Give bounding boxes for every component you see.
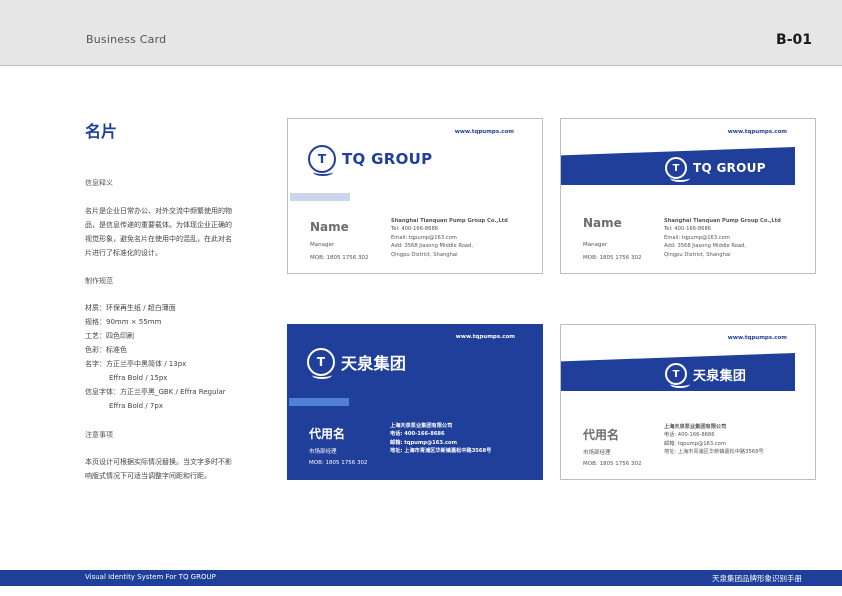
tq-logo-icon: T [307,348,335,379]
tq-group-logo: T TQ GROUP [665,157,766,182]
card-name: 代用名 [583,428,620,442]
logo-text: 天泉集团 [341,354,407,373]
intro-text: 名片是企业日常办公、对外交流中频繁使用的物 品，是信息传递的重要载体。为体现企业… [85,207,232,257]
logo-text: TQ GROUP [693,161,766,175]
card-mobile: MOB: 1805 1756 302 [310,255,369,261]
page-title: Business Card [86,33,167,46]
spec-list: 材质：环保再生纸 / 超白薄面 规格：90mm × 55mm 工艺：四色印刷 色… [85,301,260,413]
card-url: www.tqpumps.com [727,129,787,135]
tq-group-logo: T TQ GROUP [308,145,433,176]
card-role: Manager [583,242,608,248]
logo-text: 天泉集团 [693,368,747,384]
spec-item: 材质：环保再生纸 / 超白薄面 [85,304,176,312]
footer-left: Visual Identity System For TQ GROUP [85,573,216,581]
business-card-en-front: www.tqpumps.com T TQ GROUP Name Manager … [287,118,543,274]
spec-item: 色彩：标准色 [85,346,127,354]
card-role: 市场部经理 [583,450,611,456]
notes-heading: 注意事项 [85,431,113,439]
intro-heading: 信息释义 [85,179,113,187]
card-contact-info: 上海天泉泵业集团有限公司 电话: 400-166-8686 邮箱: tqpump… [664,424,764,456]
tq-logo-icon: T [665,363,690,388]
card-contact-info: Shanghai Tianquan Pump Group Co.,Ltd Tel… [391,218,508,258]
card-mobile: MOB: 1805 1756 302 [583,461,642,467]
card-name: Name [310,220,349,234]
card-mobile: MOB: 1805 1756 302 [309,460,368,466]
page-code: B-01 [776,32,812,48]
spec-item: 工艺：四色印刷 [85,332,134,340]
card-name: 代用名 [309,427,346,441]
card-role: Manager [310,242,335,248]
card-contact-info: Shanghai Tianquan Pump Group Co.,Ltd Tel… [664,218,781,258]
tianquan-logo: T 天泉集团 [307,348,407,379]
card-url: www.tqpumps.com [727,335,787,341]
business-card-en-band: www.tqpumps.com T TQ GROUP Name Manager … [560,118,816,274]
accent-stripe [289,398,349,406]
section-title: 名片 [85,122,118,141]
business-card-cn-band: www.tqpumps.com T 天泉集团 代用名 市场部经理 MOB: 18… [560,324,816,480]
spec-item: Effra Bold / 15px [109,374,168,382]
notes-text: 本页设计可根据实际情况替换。当文字多时不影 响版式情况下可适当调整字间距和行距。 [85,458,232,480]
footer-right: 天泉集团品牌形象识别手册 [712,574,802,583]
card-name: Name [583,216,622,230]
spec-item: 规格：90mm × 55mm [85,318,162,326]
spec-item: 名字：方正兰亭中黑简体 / 13px [85,360,187,368]
page-footer: Visual Identity System For TQ GROUP 天泉集团… [0,570,842,586]
card-url: www.tqpumps.com [454,129,514,135]
card-contact-info: 上海天泉泵业集团有限公司 电话: 400-166-8686 邮箱: tqpump… [390,423,492,455]
card-mobile: MOB: 1805 1756 302 [583,255,642,261]
tq-logo-icon: T [308,145,336,176]
logo-text: TQ GROUP [342,150,433,168]
accent-stripe [290,193,350,201]
tianquan-logo: T 天泉集团 [665,363,747,388]
spec-heading: 制作规范 [85,277,113,285]
page-header: Business Card B-01 [0,0,842,66]
card-role: 市场部经理 [309,449,337,455]
business-card-cn-blue: www.tqpumps.com T 天泉集团 代用名 市场部经理 MOB: 18… [287,324,543,480]
tq-logo-icon: T [665,157,690,182]
card-url: www.tqpumps.com [455,334,515,340]
spec-item: 信息字体：方正兰亭黑_GBK / Effra Regular [85,388,226,396]
spec-item: Effra Bold / 7px [109,402,163,410]
